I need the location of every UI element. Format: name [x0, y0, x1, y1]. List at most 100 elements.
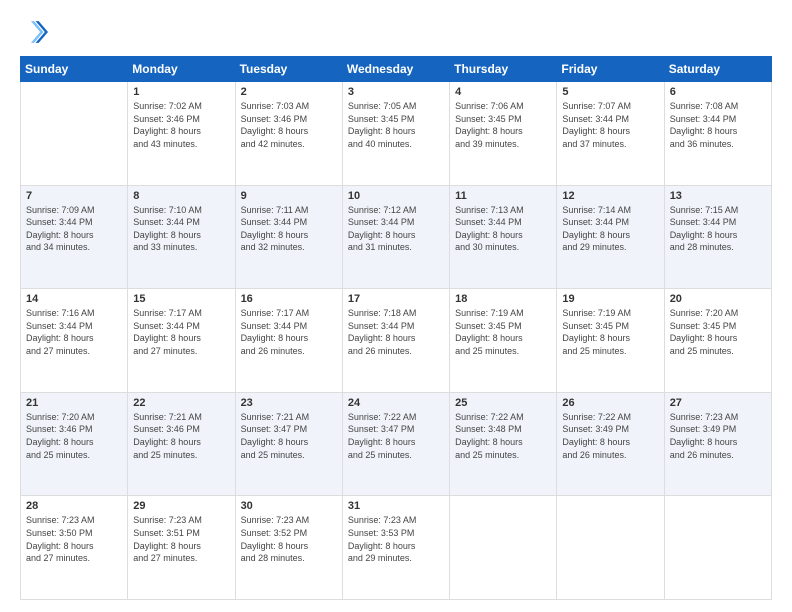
day-number: 20	[670, 293, 766, 305]
week-row-5: 28Sunrise: 7:23 AM Sunset: 3:50 PM Dayli…	[21, 496, 772, 600]
calendar-cell: 30 Sunrise: 7:23 AM Sunset: 3:52 PM Dayli…	[235, 496, 342, 600]
day-number: 8	[133, 190, 229, 202]
calendar-cell: 22Sunrise: 7:21 AM Sunset: 3:46 PM Dayli…	[128, 392, 235, 496]
calendar-cell: 20 Sunrise: 7:20 AM Sunset: 3:45 PM Dayli…	[664, 289, 771, 393]
calendar-cell: 11Sunrise: 7:13 AM Sunset: 3:44 PM Dayli…	[450, 185, 557, 289]
day-number: 18	[455, 293, 551, 305]
day-number: 13	[670, 190, 766, 202]
calendar-cell: 19 Sunrise: 7:19 AM Sunset: 3:45 PM Dayli…	[557, 289, 664, 393]
day-number: 19	[562, 293, 658, 305]
day-number: 10	[348, 190, 444, 202]
calendar-header-row: SundayMondayTuesdayWednesdayThursdayFrid…	[21, 57, 772, 82]
cell-info: Sunrise: 7:22 AM Sunset: 3:49 PM Dayligh…	[562, 411, 658, 461]
calendar-cell: 13 Sunrise: 7:15 AM Sunset: 3:44 PM Dayli…	[664, 185, 771, 289]
calendar-cell: 9 Sunrise: 7:11 AM Sunset: 3:44 PM Daylig…	[235, 185, 342, 289]
calendar-cell: 23 Sunrise: 7:21 AM Sunset: 3:47 PM Dayli…	[235, 392, 342, 496]
calendar-cell: 6 Sunrise: 7:08 AM Sunset: 3:44 PM Daylig…	[664, 82, 771, 186]
day-number: 22	[133, 397, 229, 409]
calendar-cell: 5 Sunrise: 7:07 AM Sunset: 3:44 PM Daylig…	[557, 82, 664, 186]
calendar-cell: 31 Sunrise: 7:23 AM Sunset: 3:53 PM Dayli…	[342, 496, 449, 600]
day-number: 4	[455, 86, 551, 98]
col-header-wednesday: Wednesday	[342, 57, 449, 82]
day-number: 9	[241, 190, 337, 202]
calendar-cell: 14 Sunrise: 7:16 AM Sunset: 3:44 PM Dayli…	[21, 289, 128, 393]
day-number: 24	[348, 397, 444, 409]
calendar-cell: 21Sunrise: 7:20 AM Sunset: 3:46 PM Dayli…	[21, 392, 128, 496]
calendar-table: SundayMondayTuesdayWednesdayThursdayFrid…	[20, 56, 772, 600]
week-row-1: 1Sunrise: 7:02 AM Sunset: 3:46 PM Daylig…	[21, 82, 772, 186]
cell-info: Sunrise: 7:21 AM Sunset: 3:47 PM Dayligh…	[241, 411, 337, 461]
cell-info: Sunrise: 7:16 AM Sunset: 3:44 PM Dayligh…	[26, 307, 122, 357]
cell-info: Sunrise: 7:18 AM Sunset: 3:44 PM Dayligh…	[348, 307, 444, 357]
day-number: 14	[26, 293, 122, 305]
day-number: 2	[241, 86, 337, 98]
cell-info: Sunrise: 7:15 AM Sunset: 3:44 PM Dayligh…	[670, 204, 766, 254]
day-number: 29	[133, 500, 229, 512]
day-number: 30	[241, 500, 337, 512]
cell-info: Sunrise: 7:02 AM Sunset: 3:46 PM Dayligh…	[133, 100, 229, 150]
cell-info: Sunrise: 7:20 AM Sunset: 3:46 PM Dayligh…	[26, 411, 122, 461]
calendar-cell	[557, 496, 664, 600]
calendar-cell: 10Sunrise: 7:12 AM Sunset: 3:44 PM Dayli…	[342, 185, 449, 289]
calendar-cell: 15 Sunrise: 7:17 AM Sunset: 3:44 PM Dayli…	[128, 289, 235, 393]
cell-info: Sunrise: 7:20 AM Sunset: 3:45 PM Dayligh…	[670, 307, 766, 357]
cell-info: Sunrise: 7:09 AM Sunset: 3:44 PM Dayligh…	[26, 204, 122, 254]
cell-info: Sunrise: 7:23 AM Sunset: 3:51 PM Dayligh…	[133, 514, 229, 564]
cell-info: Sunrise: 7:07 AM Sunset: 3:44 PM Dayligh…	[562, 100, 658, 150]
calendar-cell: 4 Sunrise: 7:06 AM Sunset: 3:45 PM Daylig…	[450, 82, 557, 186]
day-number: 26	[562, 397, 658, 409]
day-number: 3	[348, 86, 444, 98]
calendar-cell: 29 Sunrise: 7:23 AM Sunset: 3:51 PM Dayli…	[128, 496, 235, 600]
day-number: 15	[133, 293, 229, 305]
day-number: 16	[241, 293, 337, 305]
calendar-cell	[664, 496, 771, 600]
cell-info: Sunrise: 7:14 AM Sunset: 3:44 PM Dayligh…	[562, 204, 658, 254]
cell-info: Sunrise: 7:23 AM Sunset: 3:52 PM Dayligh…	[241, 514, 337, 564]
calendar-cell: 16 Sunrise: 7:17 AM Sunset: 3:44 PM Dayli…	[235, 289, 342, 393]
cell-info: Sunrise: 7:22 AM Sunset: 3:48 PM Dayligh…	[455, 411, 551, 461]
cell-info: Sunrise: 7:23 AM Sunset: 3:53 PM Dayligh…	[348, 514, 444, 564]
cell-info: Sunrise: 7:17 AM Sunset: 3:44 PM Dayligh…	[133, 307, 229, 357]
day-number: 7	[26, 190, 122, 202]
day-number: 27	[670, 397, 766, 409]
day-number: 23	[241, 397, 337, 409]
day-number: 5	[562, 86, 658, 98]
header	[20, 18, 772, 46]
calendar-cell: 24 Sunrise: 7:22 AM Sunset: 3:47 PM Dayli…	[342, 392, 449, 496]
calendar-cell: 1Sunrise: 7:02 AM Sunset: 3:46 PM Daylig…	[128, 82, 235, 186]
calendar-cell: 28Sunrise: 7:23 AM Sunset: 3:50 PM Dayli…	[21, 496, 128, 600]
col-header-saturday: Saturday	[664, 57, 771, 82]
logo-icon	[20, 18, 48, 46]
cell-info: Sunrise: 7:13 AM Sunset: 3:44 PM Dayligh…	[455, 204, 551, 254]
col-header-friday: Friday	[557, 57, 664, 82]
cell-info: Sunrise: 7:19 AM Sunset: 3:45 PM Dayligh…	[562, 307, 658, 357]
calendar-cell	[450, 496, 557, 600]
cell-info: Sunrise: 7:17 AM Sunset: 3:44 PM Dayligh…	[241, 307, 337, 357]
cell-info: Sunrise: 7:10 AM Sunset: 3:44 PM Dayligh…	[133, 204, 229, 254]
calendar-cell: 18 Sunrise: 7:19 AM Sunset: 3:45 PM Dayli…	[450, 289, 557, 393]
col-header-thursday: Thursday	[450, 57, 557, 82]
cell-info: Sunrise: 7:06 AM Sunset: 3:45 PM Dayligh…	[455, 100, 551, 150]
logo	[20, 18, 52, 46]
week-row-2: 7 Sunrise: 7:09 AM Sunset: 3:44 PM Daylig…	[21, 185, 772, 289]
day-number: 31	[348, 500, 444, 512]
cell-info: Sunrise: 7:03 AM Sunset: 3:46 PM Dayligh…	[241, 100, 337, 150]
week-row-4: 21Sunrise: 7:20 AM Sunset: 3:46 PM Dayli…	[21, 392, 772, 496]
page: SundayMondayTuesdayWednesdayThursdayFrid…	[0, 0, 792, 612]
calendar-cell	[21, 82, 128, 186]
cell-info: Sunrise: 7:23 AM Sunset: 3:49 PM Dayligh…	[670, 411, 766, 461]
calendar-cell: 27 Sunrise: 7:23 AM Sunset: 3:49 PM Dayli…	[664, 392, 771, 496]
day-number: 17	[348, 293, 444, 305]
day-number: 28	[26, 500, 122, 512]
cell-info: Sunrise: 7:11 AM Sunset: 3:44 PM Dayligh…	[241, 204, 337, 254]
col-header-sunday: Sunday	[21, 57, 128, 82]
day-number: 6	[670, 86, 766, 98]
week-row-3: 14 Sunrise: 7:16 AM Sunset: 3:44 PM Dayli…	[21, 289, 772, 393]
col-header-tuesday: Tuesday	[235, 57, 342, 82]
cell-info: Sunrise: 7:08 AM Sunset: 3:44 PM Dayligh…	[670, 100, 766, 150]
calendar-cell: 2 Sunrise: 7:03 AM Sunset: 3:46 PM Daylig…	[235, 82, 342, 186]
cell-info: Sunrise: 7:19 AM Sunset: 3:45 PM Dayligh…	[455, 307, 551, 357]
cell-info: Sunrise: 7:05 AM Sunset: 3:45 PM Dayligh…	[348, 100, 444, 150]
calendar-cell: 8 Sunrise: 7:10 AM Sunset: 3:44 PM Daylig…	[128, 185, 235, 289]
cell-info: Sunrise: 7:22 AM Sunset: 3:47 PM Dayligh…	[348, 411, 444, 461]
